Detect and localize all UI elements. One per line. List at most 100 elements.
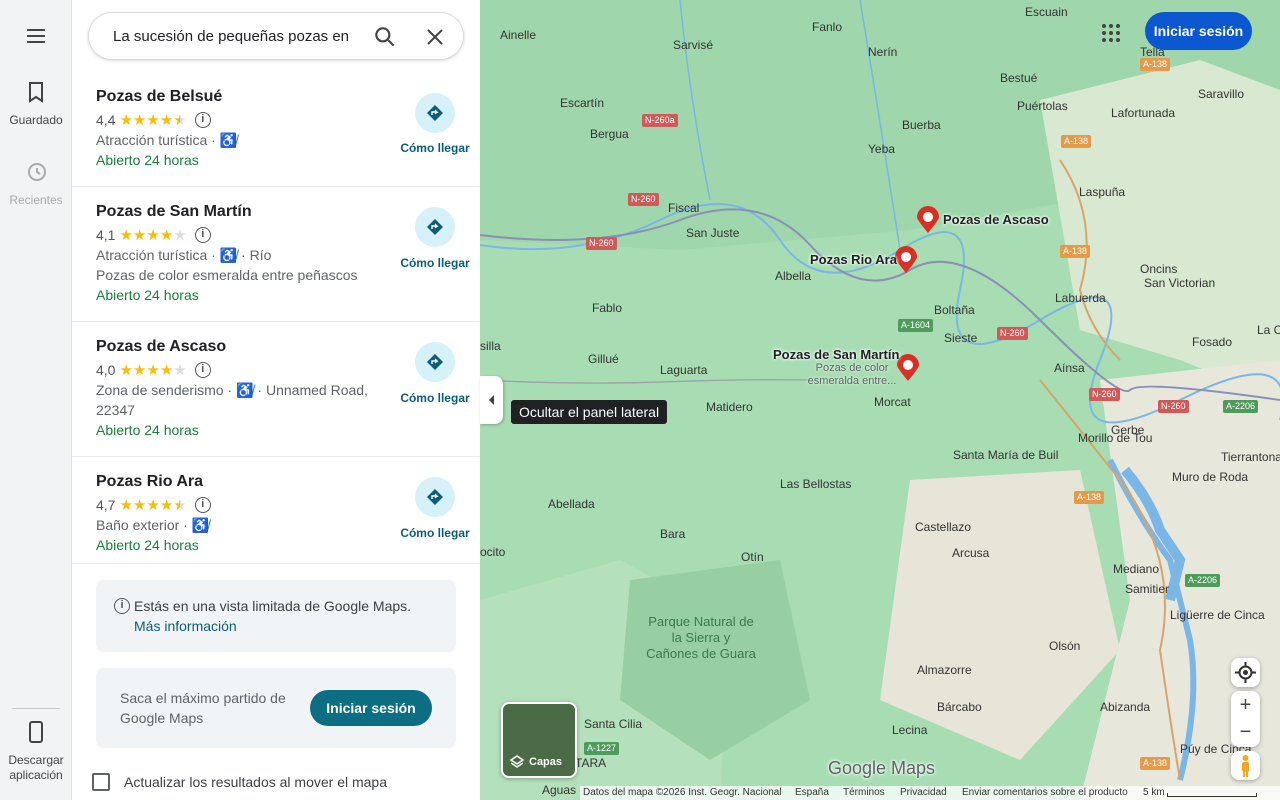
- zoom-out-button[interactable]: −: [1231, 719, 1260, 747]
- map-place-label: Tierrantona: [1221, 450, 1280, 464]
- map-place-label: Santa María de Buil: [953, 448, 1059, 462]
- map-place-label: Morcat: [874, 395, 911, 409]
- result-name[interactable]: Pozas de Ascaso: [96, 338, 226, 356]
- directions-button[interactable]: [415, 342, 455, 382]
- road-badge: N-260: [997, 327, 1028, 340]
- result-item[interactable]: Pozas de Ascaso 4,0 ★ ★ ★ ★ ★ i Zona de send…: [72, 322, 480, 457]
- result-name[interactable]: Pozas Rio Ara: [96, 473, 203, 491]
- pin-label[interactable]: Pozas de San Martín: [773, 347, 899, 362]
- directions-label[interactable]: Cómo llegar: [390, 526, 480, 540]
- map-place-label: Escartín: [560, 96, 605, 110]
- place-pin[interactable]: [917, 206, 939, 234]
- road-badge: A-138: [1140, 757, 1171, 770]
- info-icon[interactable]: i: [194, 227, 211, 243]
- info-icon[interactable]: i: [194, 112, 211, 128]
- more-info-link[interactable]: Más información: [134, 618, 237, 634]
- map-place-label: Labuerda: [1055, 291, 1106, 305]
- map-place-label: San Juste: [686, 226, 740, 240]
- star-icon: ★: [159, 111, 174, 129]
- map-footer: Datos del mapa ©2026 Inst. Geogr. Nacion…: [580, 786, 1280, 800]
- country-link[interactable]: España: [795, 787, 829, 798]
- directions-label[interactable]: Cómo llegar: [390, 256, 480, 270]
- layers-label: Capas: [529, 756, 563, 768]
- map-data-credit: Datos del mapa ©2026 Inst. Geogr. Nacion…: [583, 787, 782, 798]
- result-category-line: Baño exterior · ♿̸: [96, 517, 210, 533]
- menu-button[interactable]: [0, 24, 72, 51]
- google-maps-logo: Google Maps: [828, 758, 936, 778]
- map-place-label: Ligüerre de Cinca: [1170, 608, 1265, 622]
- map-place-label: Nerín: [868, 45, 898, 59]
- road-badge: A-138: [1061, 135, 1092, 148]
- star-rating: ★ ★ ★ ★ ★: [119, 113, 186, 128]
- result-category-line: Atracción turística · ♿̸: [96, 132, 238, 148]
- zoom-in-button[interactable]: +: [1231, 691, 1260, 719]
- pin-label[interactable]: Pozas de Ascaso: [943, 212, 1049, 227]
- signin-button[interactable]: Iniciar sesión: [1145, 12, 1252, 50]
- star-icon: ★: [146, 361, 160, 379]
- info-icon: i: [114, 598, 130, 614]
- search-box[interactable]: La sucesión de pequeñas pozas en: [88, 12, 464, 60]
- road-badge: A-2206: [1185, 574, 1221, 587]
- apps-button[interactable]: [1100, 22, 1122, 44]
- info-icon[interactable]: i: [194, 497, 211, 513]
- close-icon[interactable]: [423, 25, 447, 49]
- directions-label[interactable]: Cómo llegar: [390, 391, 480, 405]
- map-place-label: Fiscal: [668, 201, 700, 215]
- star-icon: ★: [119, 496, 133, 514]
- road-badge: N-260: [586, 237, 617, 250]
- recents-button[interactable]: Recientes: [0, 160, 72, 208]
- map-place-label: ocito: [480, 545, 506, 559]
- bookmark-icon: [29, 82, 43, 103]
- result-item[interactable]: Pozas de Belsué 4,4 ★ ★ ★ ★ ★ i Atracción tu…: [72, 75, 480, 187]
- road-badge: N-260: [1158, 400, 1189, 413]
- star-icon: ★: [119, 361, 133, 379]
- saved-label: Guardado: [9, 113, 63, 127]
- zoom-control: + −: [1231, 691, 1260, 747]
- map-place-label: Arcusa: [952, 546, 990, 560]
- update-results-checkbox[interactable]: [92, 773, 110, 791]
- search-icon[interactable]: [372, 24, 398, 50]
- result-item[interactable]: Pozas Rio Ara 4,7 ★ ★ ★ ★ ★ i Baño exterior …: [72, 457, 480, 564]
- directions-button[interactable]: [415, 477, 455, 517]
- promo-signin-button[interactable]: Iniciar sesión: [310, 690, 432, 726]
- feedback-link[interactable]: Enviar comentarios sobre el producto: [962, 787, 1128, 798]
- directions-button[interactable]: [415, 93, 455, 133]
- map-place-label: Aínsa: [1054, 361, 1085, 375]
- pin-label[interactable]: Pozas Rio Ara: [810, 252, 897, 267]
- scale-label[interactable]: 5 km: [1143, 787, 1165, 798]
- result-name[interactable]: Pozas de San Martín: [96, 203, 252, 221]
- result-category: Zona de senderismo: [96, 382, 224, 398]
- download-app-button[interactable]: Descargar aplicación: [0, 720, 72, 783]
- result-description: Pozas de color esmeralda entre peñascos: [96, 267, 358, 283]
- map-place-label: Fanlo: [812, 20, 843, 34]
- phone-icon: [29, 721, 43, 743]
- no-wheelchair-icon: ♿̸: [219, 247, 238, 263]
- search-input[interactable]: La sucesión de pequeñas pozas en: [113, 28, 358, 45]
- map-place-label: Almazorre: [917, 663, 972, 677]
- scale-bar: [1167, 793, 1257, 797]
- result-name[interactable]: Pozas de Belsué: [96, 88, 222, 106]
- saved-button[interactable]: Guardado: [0, 80, 72, 128]
- star-icon: ★: [173, 361, 187, 379]
- pegman-button[interactable]: [1231, 751, 1260, 780]
- road-badge: A-138: [1060, 245, 1091, 258]
- directions-label[interactable]: Cómo llegar: [390, 141, 480, 155]
- info-icon[interactable]: i: [194, 362, 211, 378]
- road-badge: A-138: [1074, 491, 1105, 504]
- terms-link[interactable]: Términos: [843, 787, 885, 798]
- star-icon: ★: [119, 226, 133, 244]
- result-rating: 4,0 ★ ★ ★ ★ ★ i: [96, 362, 211, 378]
- star-icon: ★: [132, 361, 147, 379]
- result-item[interactable]: Pozas de San Martín 4,1 ★ ★ ★ ★ ★ i Atracció…: [72, 187, 480, 322]
- directions-icon: [427, 219, 443, 235]
- directions-button[interactable]: [415, 207, 455, 247]
- result-category: Baño exterior: [96, 517, 180, 533]
- privacy-link[interactable]: Privacidad: [900, 787, 947, 798]
- my-location-button[interactable]: [1231, 658, 1260, 687]
- map-place-label: Las Bellostas: [780, 477, 852, 491]
- collapse-panel-button[interactable]: [480, 376, 503, 424]
- limited-view-text: Estás en una vista limitada de Google Ma…: [134, 598, 412, 614]
- layers-button[interactable]: Capas: [501, 702, 577, 778]
- place-pin[interactable]: [895, 246, 917, 274]
- rating-value: 4,4: [96, 112, 116, 128]
